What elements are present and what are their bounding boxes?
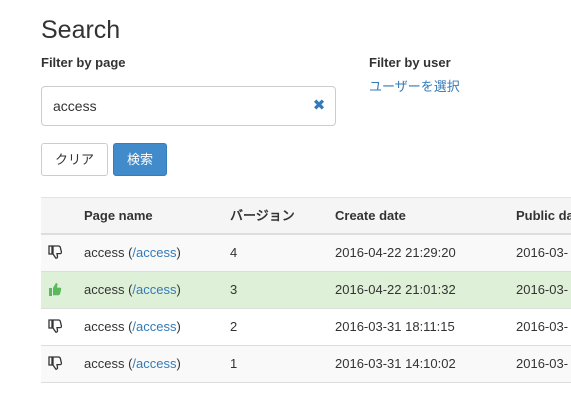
page-title: Search	[41, 16, 121, 44]
table-header: Page name バージョン Create date Public date	[41, 197, 571, 235]
public-date-cell: 2016-03-	[516, 282, 569, 297]
create-date-cell: 2016-04-22 21:29:20	[335, 245, 456, 260]
filter-by-page-label: Filter by page	[41, 55, 126, 70]
page-name: access	[84, 319, 125, 334]
page-name: access	[84, 245, 125, 260]
thumbs-down-icon[interactable]	[48, 356, 64, 372]
header-public-date[interactable]: Public date	[516, 208, 571, 224]
page-search-field: ✖	[41, 86, 336, 126]
public-date-cell: 2016-03-	[516, 319, 569, 334]
version-cell: 3	[230, 282, 238, 297]
clear-input-icon[interactable]: ✖	[312, 98, 326, 114]
thumbs-down-icon[interactable]	[48, 245, 64, 261]
page-name: access	[84, 282, 125, 297]
header-version[interactable]: バージョン	[230, 208, 295, 224]
page-path-link[interactable]: /access	[132, 356, 176, 371]
table-row[interactable]: access (/access) 3 2016-04-22 21:01:32 2…	[41, 272, 571, 309]
header-page-name[interactable]: Page name	[84, 208, 153, 224]
page-name-cell: access (/access)	[84, 356, 181, 372]
version-cell: 4	[230, 245, 238, 260]
path-close-paren: )	[176, 356, 181, 371]
select-user-link[interactable]: ユーザーを選択	[369, 79, 460, 95]
page-name-cell: access (/access)	[84, 282, 181, 298]
page-search-input[interactable]	[42, 87, 302, 125]
version-cell: 2	[230, 319, 238, 334]
search-page: Search Filter by page Filter by user ユーザ…	[0, 0, 571, 398]
version-cell: 1	[230, 356, 238, 371]
public-date-cell: 2016-03-	[516, 356, 569, 371]
table-row[interactable]: access (/access) 2 2016-03-31 18:11:15 2…	[41, 309, 571, 346]
filter-by-user-label: Filter by user	[369, 55, 451, 70]
page-name: access	[84, 356, 125, 371]
public-date-cell: 2016-03-	[516, 245, 569, 260]
table-row[interactable]: access (/access) 1 2016-03-31 14:10:02 2…	[41, 346, 571, 383]
header-create-date[interactable]: Create date	[335, 208, 406, 224]
create-date-cell: 2016-03-31 14:10:02	[335, 356, 456, 371]
page-path-link[interactable]: /access	[132, 282, 176, 297]
clear-button[interactable]: クリア	[41, 143, 108, 176]
create-date-cell: 2016-04-22 21:01:32	[335, 282, 456, 297]
table-row[interactable]: access (/access) 4 2016-04-22 21:29:20 2…	[41, 235, 571, 272]
thumbs-down-icon[interactable]	[48, 319, 64, 335]
page-path-link[interactable]: /access	[132, 245, 176, 260]
page-path-link[interactable]: /access	[132, 319, 176, 334]
page-name-cell: access (/access)	[84, 245, 181, 261]
create-date-cell: 2016-03-31 18:11:15	[335, 319, 455, 334]
path-close-paren: )	[176, 245, 181, 260]
page-name-cell: access (/access)	[84, 319, 181, 335]
search-button[interactable]: 検索	[113, 143, 167, 176]
path-close-paren: )	[176, 319, 181, 334]
thumbs-up-icon[interactable]	[48, 282, 64, 298]
path-close-paren: )	[176, 282, 181, 297]
